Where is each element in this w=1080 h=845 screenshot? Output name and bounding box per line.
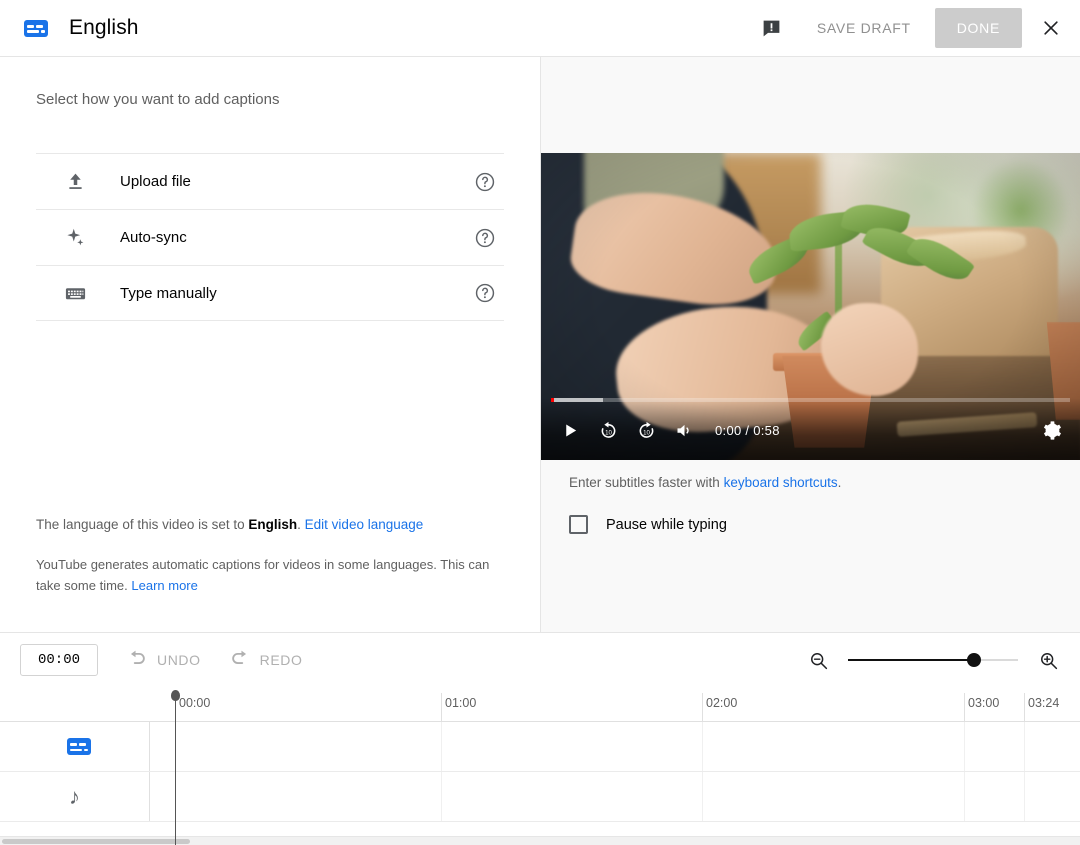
- method-upload-file[interactable]: Upload file: [36, 153, 504, 209]
- track-gridline: [964, 772, 965, 821]
- close-icon[interactable]: [1038, 15, 1064, 41]
- edit-video-language-link[interactable]: Edit video language: [305, 517, 424, 532]
- ruler-tick-label: 00:00: [179, 696, 211, 710]
- method-label: Type manually: [120, 284, 217, 302]
- zoom-out-icon[interactable]: [806, 648, 830, 672]
- undo-button[interactable]: UNDO: [126, 647, 201, 674]
- closed-captions-icon: [24, 19, 48, 37]
- pause-while-typing-label: Pause while typing: [606, 516, 727, 533]
- track-gridline: [1024, 722, 1025, 771]
- keyboard-shortcuts-link[interactable]: keyboard shortcuts: [724, 475, 838, 490]
- ruler-tick-label: 02:00: [706, 696, 738, 710]
- auto-captions-note: YouTube generates automatic captions for…: [36, 555, 504, 597]
- keyboard-icon: [60, 282, 90, 305]
- method-label: Auto-sync: [120, 229, 187, 246]
- zoom-slider-thumb[interactable]: [966, 653, 981, 667]
- zoom-slider-fill: [848, 659, 974, 661]
- captions-track-lane[interactable]: [150, 722, 1080, 771]
- svg-text:10: 10: [643, 429, 650, 436]
- video-preview-panel: 10 10 0:00 / 0:58 Enter subtitles faster…: [541, 57, 1080, 632]
- timeline-horizontal-scrollbar[interactable]: [0, 836, 1080, 845]
- undo-label: UNDO: [157, 652, 201, 668]
- feedback-icon[interactable]: [761, 17, 783, 39]
- auto-sync-sparkle-icon: [60, 227, 90, 248]
- timeline-toolbar: 00:00 UNDO REDO: [0, 632, 1080, 687]
- hint-prefix: Enter subtitles faster with: [569, 475, 724, 490]
- video-progress-bar[interactable]: [551, 398, 1070, 402]
- redo-button[interactable]: REDO: [229, 647, 303, 674]
- current-time-input[interactable]: 00:00: [20, 644, 98, 676]
- hint-suffix: .: [837, 475, 842, 490]
- save-draft-button[interactable]: SAVE DRAFT: [807, 12, 921, 44]
- track-gridline: [964, 722, 965, 771]
- scrollbar-thumb[interactable]: [2, 839, 190, 844]
- play-icon[interactable]: [551, 411, 589, 449]
- ruler-tick-label: 01:00: [445, 696, 477, 710]
- help-circle-icon[interactable]: [474, 227, 496, 249]
- page-title: English: [69, 16, 139, 39]
- editor-body: Select how you want to add captions Uplo…: [0, 57, 1080, 632]
- track-gridline: [441, 772, 442, 821]
- zoom-in-icon[interactable]: [1036, 648, 1060, 672]
- track-gridline: [702, 722, 703, 771]
- captions-track-row[interactable]: [0, 722, 1080, 772]
- pause-while-typing-row[interactable]: Pause while typing: [569, 515, 727, 534]
- undo-arrow-icon: [126, 647, 148, 674]
- redo-arrow-icon: [229, 647, 251, 674]
- progress-buffered: [551, 398, 603, 402]
- upload-icon: [60, 171, 90, 192]
- video-language-note: The language of this video is set to Eng…: [36, 515, 504, 535]
- ruler-tick-label: 03:00: [968, 696, 1000, 710]
- timeline-tracks: ♪: [0, 722, 1080, 845]
- volume-icon[interactable]: [665, 411, 703, 449]
- replay-10-icon[interactable]: 10: [589, 411, 627, 449]
- learn-more-link[interactable]: Learn more: [131, 578, 197, 593]
- method-label: Upload file: [120, 173, 191, 190]
- svg-text:10: 10: [605, 429, 612, 436]
- track-gridline: [702, 772, 703, 821]
- progress-played: [551, 398, 555, 402]
- timeline-ruler[interactable]: 00:00 01:00 02:00 03:00 03:24: [0, 687, 1080, 845]
- video-player[interactable]: 10 10 0:00 / 0:58: [541, 153, 1080, 460]
- forward-10-icon[interactable]: 10: [627, 411, 665, 449]
- caption-method-list: Upload file Auto-sync Type manually: [36, 153, 504, 321]
- method-auto-sync[interactable]: Auto-sync: [36, 209, 504, 265]
- language-note-suffix: .: [297, 517, 305, 532]
- pause-while-typing-checkbox[interactable]: [569, 515, 588, 534]
- captions-track-head: [0, 722, 150, 771]
- method-type-manually[interactable]: Type manually: [36, 265, 504, 321]
- audio-track-row[interactable]: ♪: [0, 772, 1080, 822]
- ruler-tick-label: 03:24: [1028, 696, 1060, 710]
- closed-captions-icon: [66, 738, 91, 755]
- language-note-value: English: [248, 517, 298, 532]
- time-display: 0:00 / 0:58: [715, 422, 780, 438]
- track-gridline: [441, 722, 442, 771]
- panel-heading: Select how you want to add captions: [36, 91, 280, 108]
- track-gridline: [1024, 772, 1025, 821]
- auto-captions-text: YouTube generates automatic captions for…: [36, 557, 490, 593]
- help-circle-icon[interactable]: [474, 282, 496, 304]
- redo-label: REDO: [259, 652, 303, 668]
- done-button[interactable]: DONE: [934, 8, 1022, 48]
- editor-header: English SAVE DRAFT DONE: [0, 0, 1080, 57]
- language-note-prefix: The language of this video is set to: [36, 517, 249, 532]
- audio-track-head: ♪: [0, 772, 150, 821]
- audio-track-lane[interactable]: [150, 772, 1080, 821]
- caption-method-panel: Select how you want to add captions Uplo…: [0, 57, 541, 632]
- keyboard-shortcuts-hint: Enter subtitles faster with keyboard sho…: [569, 475, 841, 490]
- music-note-icon: ♪: [69, 783, 80, 809]
- settings-gear-icon[interactable]: [1032, 411, 1070, 449]
- timeline-zoom-slider[interactable]: [848, 650, 1018, 670]
- player-controls: 10 10 0:00 / 0:58: [541, 408, 1080, 452]
- captions-editor-window: English SAVE DRAFT DONE Select how you w…: [0, 0, 1080, 845]
- help-circle-icon[interactable]: [474, 171, 496, 193]
